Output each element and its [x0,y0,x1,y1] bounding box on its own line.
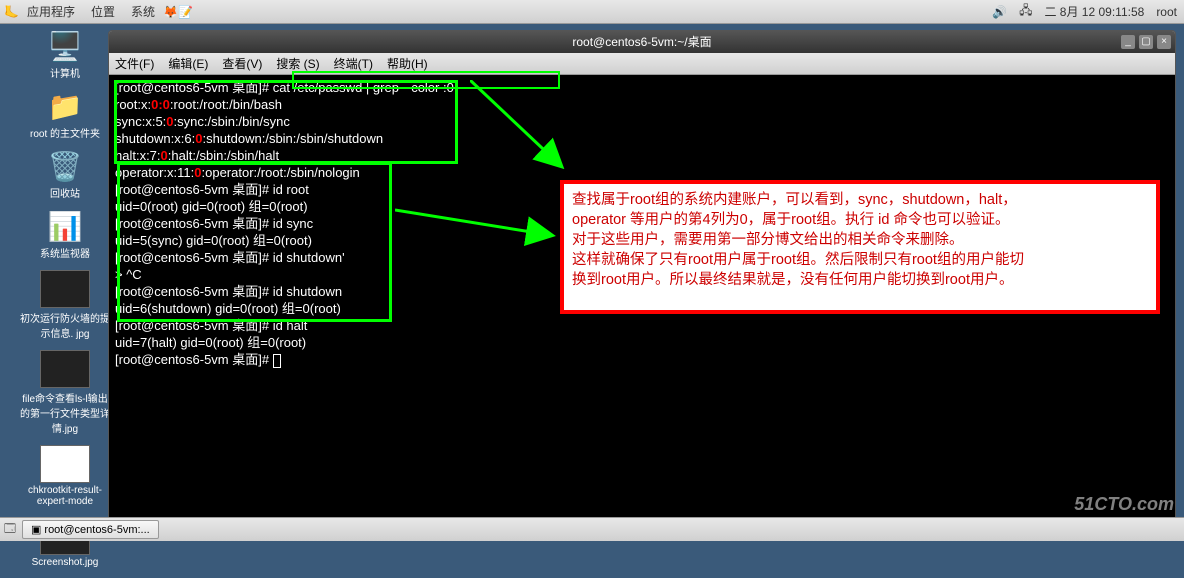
maximize-button[interactable]: ▢ [1139,35,1153,49]
trash-icon: 🗑️ [20,150,110,183]
menu-search[interactable]: 搜索 (S) [276,55,319,72]
foot-icon: 🦶 [4,5,19,19]
taskbar-item-terminal[interactable]: ▣ root@centos6-5vm:... [22,520,159,539]
terminal-menubar: 文件(F) 编辑(E) 查看(V) 搜索 (S) 终端(T) 帮助(H) [109,53,1175,75]
menu-places[interactable]: 位置 [83,3,123,20]
menu-help[interactable]: 帮助(H) [387,55,428,72]
menu-terminal[interactable]: 终端(T) [334,55,373,72]
terminal-titlebar[interactable]: root@centos6-5vm:~/桌面 _ ▢ × [109,31,1175,53]
clock[interactable]: 二 8月 12 09:11:58 [1041,3,1147,20]
icon-home[interactable]: 📁root 的主文件夹 [20,90,110,140]
icon-file2[interactable]: file命令查看ls-l输出的第一行文件类型详情.jpg [20,350,110,435]
show-desktop-icon[interactable]: 🗔 [4,520,16,539]
menu-view[interactable]: 查看(V) [222,55,262,72]
watermark: 51CTO.com [1074,494,1174,515]
thumbnail-icon [40,445,90,483]
firefox-icon[interactable]: 🦊 [163,5,178,19]
icon-computer[interactable]: 🖥️计算机 [20,30,110,80]
terminal-icon: ▣ [31,524,41,536]
icon-trash[interactable]: 🗑️回收站 [20,150,110,200]
network-icon[interactable]: 🖧 [1016,1,1035,22]
volume-icon[interactable]: 🔊 [989,5,1010,19]
icon-sysmon[interactable]: 📊系统监视器 [20,210,110,260]
user-label[interactable]: root [1153,5,1180,19]
menu-system[interactable]: 系统 [123,3,163,20]
folder-icon: 📁 [20,90,110,123]
desktop-icons: 🖥️计算机 📁root 的主文件夹 🗑️回收站 📊系统监视器 初次运行防火墙的提… [20,30,110,578]
window-title: root@centos6-5vm:~/桌面 [572,35,711,49]
menu-file[interactable]: 文件(F) [115,55,154,72]
icon-file3[interactable]: chkrootkit-result-expert-mode [20,445,110,507]
chart-icon: 📊 [20,210,110,243]
minimize-button[interactable]: _ [1121,35,1135,49]
annotation-note: 查找属于root组的系统内建账户，可以看到，sync，shutdown，halt… [560,180,1160,314]
close-button[interactable]: × [1157,35,1171,49]
menu-edit[interactable]: 编辑(E) [168,55,208,72]
icon-file1[interactable]: 初次运行防火墙的提示信息. jpg [20,270,110,340]
monitor-icon: 🖥️ [20,30,110,63]
note-icon[interactable]: 📝 [178,5,193,19]
taskbar: 🗔 ▣ root@centos6-5vm:... [0,517,1184,541]
thumbnail-icon [40,350,90,388]
menu-applications[interactable]: 应用程序 [19,3,83,20]
top-panel: 🦶 应用程序 位置 系统 🦊 📝 🔊 🖧 二 8月 12 09:11:58 ro… [0,0,1184,24]
annotation-command-box [292,71,560,89]
thumbnail-icon [40,270,90,308]
